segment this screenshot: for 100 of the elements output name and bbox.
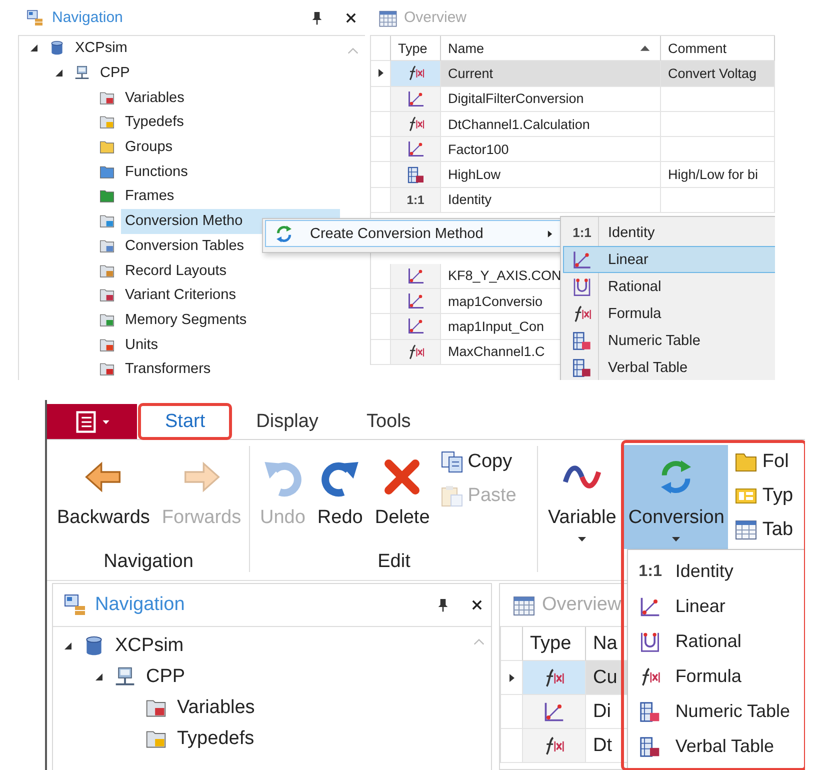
navigation-icon [26, 8, 44, 26]
menu-item[interactable]: 1:1 Identity [630, 554, 802, 589]
line-chart-icon [406, 292, 424, 310]
table-cell: DigitalFilterConversion [441, 86, 661, 112]
menu-item[interactable]: Create Conversion Method [265, 220, 562, 247]
folder-icon [99, 164, 115, 180]
table-cell: Convert Voltag [661, 61, 775, 87]
folder-icon [99, 90, 115, 106]
app-menu-button[interactable] [47, 404, 137, 439]
formula-icon [406, 342, 424, 361]
navigation-icon [63, 593, 87, 617]
table-cell: HighLow [441, 162, 661, 188]
line-chart-icon [406, 90, 424, 108]
database-icon [49, 40, 65, 56]
tree-item[interactable]: XCPsim [71, 36, 132, 61]
menu-item[interactable]: Formula [630, 659, 802, 694]
formula-icon [572, 304, 592, 324]
menu-item[interactable]: 1:1 Identity [563, 219, 775, 246]
folder-icon [99, 287, 115, 304]
tree-item[interactable]: Record Layouts [121, 258, 231, 283]
close-icon [470, 598, 484, 612]
table-cell: Identity [441, 188, 661, 214]
ribbon-button[interactable]: Tab [732, 513, 796, 547]
u-curve-icon [639, 630, 662, 652]
line-chart-icon [543, 700, 565, 722]
pane-title: Overview [404, 9, 467, 26]
tree-item[interactable]: Transformers [121, 356, 215, 380]
ribbon-button[interactable]: Fol [732, 445, 796, 479]
expand-arrow-icon[interactable] [53, 67, 65, 80]
table-cell: DtChannel1.Calculation [441, 112, 661, 138]
ribbon-tab[interactable]: Tools [342, 403, 435, 440]
identity-symbol: 1:1 [638, 562, 662, 581]
table-cell: High/Low for bi [661, 162, 775, 188]
table-icon [639, 700, 662, 722]
tree-item[interactable]: Variables [121, 85, 188, 110]
table-icon [639, 736, 662, 758]
pane-title: Navigation [52, 9, 124, 26]
identity-symbol: 1:1 [406, 192, 424, 207]
expand-arrow-icon[interactable] [28, 42, 40, 54]
database-icon [83, 634, 105, 656]
menu-item[interactable]: Numeric Table [630, 694, 802, 729]
tree-item[interactable]: Groups [121, 134, 177, 160]
identity-symbol: 1:1 [572, 225, 592, 240]
menu-item[interactable]: Rational [630, 624, 802, 659]
folder-icon [99, 312, 115, 328]
table-cell: Factor100 [441, 137, 661, 162]
tree-item[interactable]: Memory Segments [121, 308, 251, 332]
formula-icon [406, 115, 424, 134]
tree-item[interactable]: XCPsim [111, 630, 188, 661]
line-chart-icon [406, 266, 424, 285]
pane-title: Overview [542, 594, 622, 616]
line-chart-icon [406, 317, 424, 336]
ribbon-button[interactable]: Conversion [624, 445, 728, 549]
formula-icon [543, 666, 565, 688]
ribbon-tab[interactable]: Start [138, 403, 232, 440]
tree-item[interactable]: Units [121, 332, 162, 357]
line-chart-icon [639, 596, 662, 618]
tree-item[interactable]: Variant Criterions [121, 282, 240, 308]
group-label: Navigation [102, 550, 194, 574]
tree-item[interactable]: Conversion Tables [121, 234, 248, 258]
line-chart-icon [406, 140, 424, 158]
ribbon-button[interactable]: Typ [732, 479, 796, 513]
paste-icon [440, 484, 464, 508]
ribbon-button[interactable]: Copy [438, 445, 518, 479]
menu-item[interactable]: Linear [630, 589, 802, 624]
folder-icon [99, 114, 115, 130]
table-icon [572, 330, 592, 350]
ribbon-tab[interactable]: Display [232, 403, 342, 440]
line-chart-icon [572, 250, 592, 270]
folder-icon [99, 188, 115, 204]
menu-item[interactable]: Verbal Table [630, 729, 802, 764]
row-header-cell [371, 36, 391, 62]
table-icon [572, 358, 592, 378]
tree-item[interactable]: CPP [96, 60, 134, 86]
folder-icon [99, 336, 115, 353]
copy-icon [440, 450, 464, 474]
folder-icon [99, 238, 115, 254]
tree-item[interactable]: Frames [121, 184, 178, 209]
formula-icon [543, 734, 565, 756]
computer-icon [114, 666, 136, 688]
tree-item[interactable]: Typedefs [121, 110, 188, 135]
ribbon-button[interactable]: Backwards [53, 445, 154, 549]
group-label: Edit [376, 550, 412, 574]
tree-item[interactable]: CPP [142, 661, 190, 692]
ribbon-button[interactable]: Delete [370, 445, 434, 549]
delete-icon [382, 457, 422, 497]
tree-item[interactable]: Functions [121, 159, 192, 184]
folder-icon [99, 213, 115, 230]
folder-icon [99, 139, 115, 156]
table-icon [734, 518, 758, 542]
ribbon-button[interactable]: Variable [544, 445, 620, 549]
folder-icon [99, 361, 115, 378]
ribbon-button[interactable]: Redo [313, 445, 367, 549]
menu-item[interactable]: Linear [563, 246, 775, 273]
close-icon [344, 10, 358, 24]
refresh-icon [274, 224, 294, 244]
tree-item[interactable]: Variables [173, 692, 259, 723]
formula-icon [406, 64, 424, 82]
tree-item[interactable]: Typedefs [173, 723, 258, 754]
table-cell: Current [441, 61, 661, 87]
